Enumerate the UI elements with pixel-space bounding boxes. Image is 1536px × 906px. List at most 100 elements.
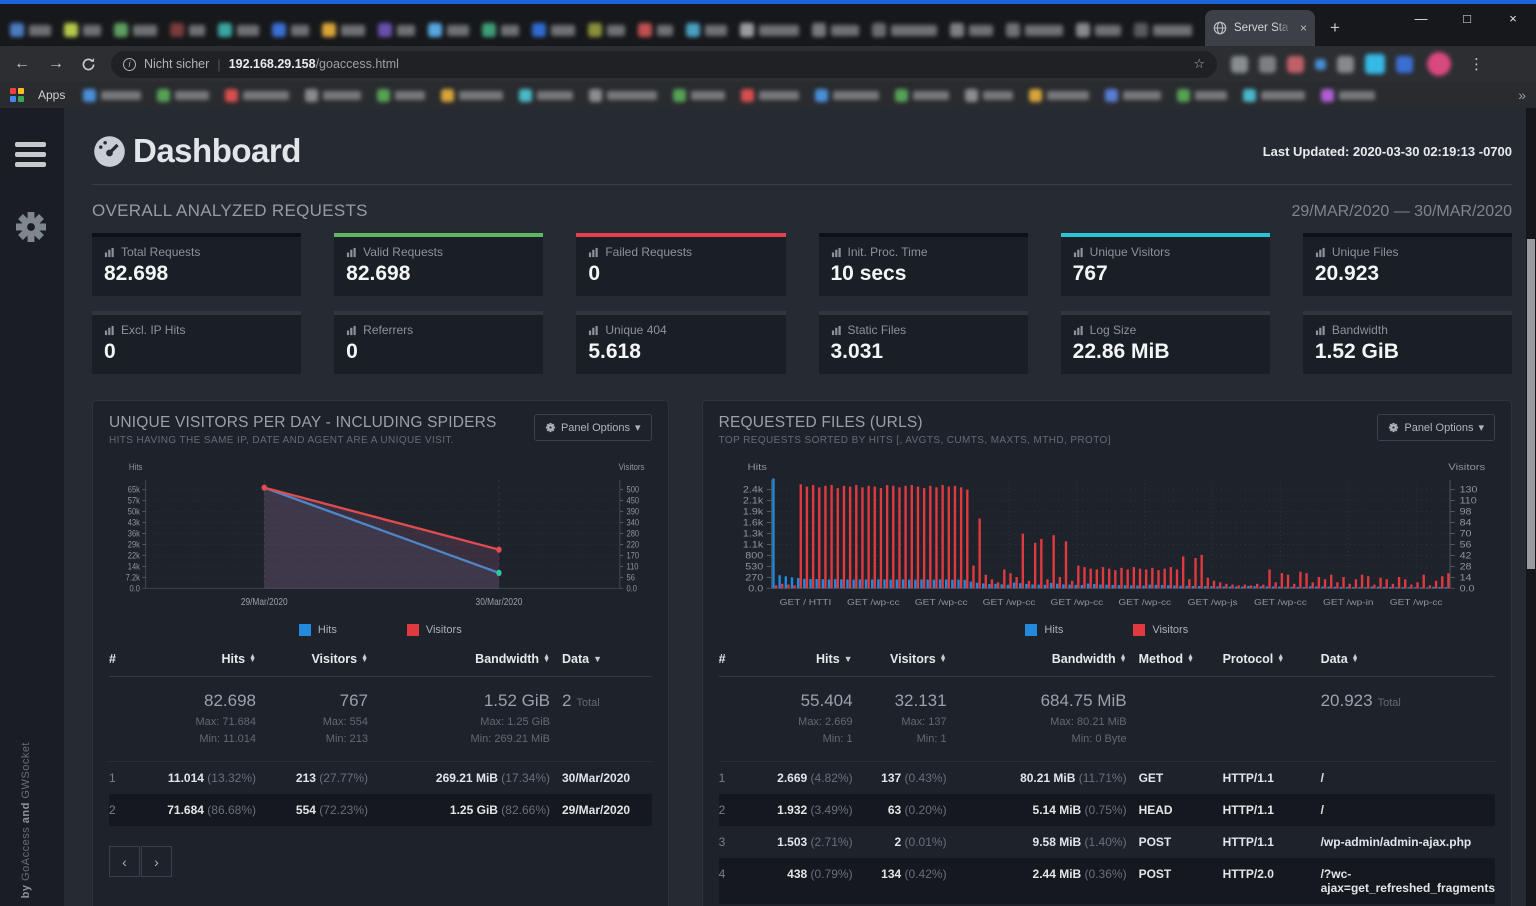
bookmarks-overflow-icon[interactable]: » <box>1518 87 1526 103</box>
extension-icon[interactable] <box>1365 54 1385 74</box>
stat-label: Unique 404 <box>605 323 667 337</box>
close-button[interactable]: × <box>1490 4 1536 38</box>
legend-item-hits[interactable]: Hits <box>1025 624 1063 636</box>
reload-button[interactable] <box>80 56 97 73</box>
security-label[interactable]: Nicht sicher <box>144 57 209 71</box>
blurred-bookmark[interactable] <box>377 88 426 102</box>
table-row[interactable]: 3 1.503 (2.71%) 2 (0.01%) 9.58 MiB (1.40%) P… <box>719 826 1495 858</box>
background-tabs-blurred[interactable] <box>0 23 1192 46</box>
extension-icons-blurred[interactable] <box>1231 54 1413 74</box>
extension-icon[interactable] <box>1315 58 1326 70</box>
column-header-hits[interactable]: Hits ▲ ▼ <box>151 652 256 666</box>
blurred-bookmark[interactable] <box>519 88 574 102</box>
browser-menu-icon[interactable]: ⋮ <box>1465 55 1488 73</box>
bookmark-items-blurred[interactable] <box>83 88 1504 102</box>
blurred-bookmark[interactable] <box>965 88 1014 102</box>
legend-item-hits[interactable]: Hits <box>298 624 337 636</box>
column-header-data[interactable]: Data ▲ ▼ <box>1321 652 1495 666</box>
blurred-tab[interactable] <box>378 23 415 37</box>
blurred-tab[interactable] <box>272 23 309 37</box>
blurred-bookmark[interactable] <box>1177 88 1228 102</box>
blurred-bookmark[interactable] <box>815 88 880 102</box>
maximize-button[interactable]: □ <box>1444 4 1490 38</box>
apps-label[interactable]: Apps <box>38 88 65 102</box>
tab-close-icon[interactable]: × <box>1300 21 1307 35</box>
url-host: 192.168.29.158 <box>228 57 316 71</box>
blurred-tab[interactable] <box>428 23 469 37</box>
blurred-bookmark[interactable] <box>741 88 800 102</box>
extension-icon[interactable] <box>1287 55 1304 73</box>
blurred-bookmark[interactable] <box>1243 88 1306 102</box>
blurred-bookmark[interactable] <box>673 88 726 102</box>
blurred-tab[interactable] <box>64 23 101 37</box>
profile-avatar[interactable] <box>1427 52 1451 76</box>
extension-icon[interactable] <box>1231 55 1248 73</box>
blurred-tab[interactable] <box>950 23 993 37</box>
bookmark-star-icon[interactable]: ☆ <box>1193 56 1205 72</box>
extension-icon[interactable] <box>1337 55 1354 73</box>
next-page-button[interactable]: › <box>141 846 172 877</box>
gear-icon <box>545 422 556 433</box>
blurred-bookmark[interactable] <box>1321 88 1376 102</box>
scrollbar-thumb[interactable] <box>1527 239 1535 569</box>
blurred-tab[interactable] <box>218 23 259 37</box>
svg-text:98: 98 <box>1459 507 1472 517</box>
blurred-bookmark[interactable] <box>83 88 142 102</box>
blurred-tab[interactable] <box>740 23 799 37</box>
blurred-tab[interactable] <box>322 23 365 37</box>
blurred-bookmark[interactable] <box>305 88 362 102</box>
panel-options-button[interactable]: Panel Options ▾ <box>533 414 652 441</box>
blurred-tab[interactable] <box>170 23 205 37</box>
blurred-bookmark[interactable] <box>441 88 504 102</box>
column-header-visitors[interactable]: Visitors ▲ ▼ <box>268 652 368 666</box>
blurred-tab[interactable] <box>10 23 51 37</box>
table-row[interactable]: 4 438 (0.79%) 134 (0.42%) 2.44 MiB (0.36%) P… <box>718 858 1495 904</box>
column-header-bandwidth[interactable]: Bandwidth ▲ ▼ <box>380 652 550 666</box>
table-row[interactable]: 1 2.669 (4.82%) 137 (0.43%) 80.21 MiB (11.7… <box>719 762 1495 794</box>
menu-hamburger-icon[interactable] <box>15 142 64 167</box>
table-header-row: # Hits ▲ ▼ Visitors ▲ ▼ Bandwidth ▲ ▼ Data ▼ <box>109 648 652 677</box>
active-tab[interactable]: Server Sta × <box>1205 10 1315 46</box>
extension-icon[interactable] <box>1259 55 1276 73</box>
blurred-tab[interactable] <box>114 23 157 37</box>
minimize-button[interactable]: — <box>1398 4 1444 38</box>
new-tab-button[interactable]: + <box>1330 18 1340 38</box>
extension-icon[interactable] <box>1396 55 1413 73</box>
blurred-bookmark[interactable] <box>589 88 658 102</box>
table-row[interactable]: 1 11.014 (13.32%) 213 (27.77%) 269.21 MiB (… <box>109 762 652 794</box>
settings-gear-icon[interactable] <box>13 209 64 250</box>
blurred-tab[interactable] <box>482 23 519 37</box>
table-row[interactable]: 2 1.932 (3.49%) 63 (0.20%) 5.14 MiB (0.75%)… <box>718 794 1495 826</box>
legend-item-visitors[interactable]: Visitors <box>1133 624 1188 636</box>
blurred-tab[interactable] <box>638 23 673 37</box>
blurred-bookmark[interactable] <box>895 88 950 102</box>
table-row[interactable]: 2 71.684 (86.68%) 554 (72.23%) 1.25 GiB (82… <box>109 794 652 826</box>
legend-item-visitors[interactable]: Visitors <box>406 624 462 636</box>
blurred-tab[interactable] <box>872 23 937 37</box>
blurred-tab[interactable] <box>812 23 859 37</box>
page-scrollbar[interactable] <box>1526 108 1536 906</box>
blurred-tab[interactable] <box>588 23 625 37</box>
blurred-tab[interactable] <box>1134 23 1192 37</box>
column-header-method[interactable]: Method ▲ ▼ <box>1139 652 1211 666</box>
back-button[interactable]: ← <box>12 55 32 73</box>
blurred-bookmark[interactable] <box>1105 88 1162 102</box>
column-header-bandwidth[interactable]: Bandwidth ▲ ▼ <box>959 652 1127 666</box>
forward-button[interactable]: → <box>46 55 66 73</box>
blurred-tab[interactable] <box>532 23 575 37</box>
panel-options-button[interactable]: Panel Options ▾ <box>1377 414 1495 441</box>
prev-page-button[interactable]: ‹ <box>109 846 140 877</box>
address-bar[interactable]: i Nicht sicher | 192.168.29.158/goaccess… <box>111 50 1217 78</box>
blurred-bookmark[interactable] <box>1029 88 1090 102</box>
info-icon[interactable]: i <box>123 57 136 71</box>
blurred-tab[interactable] <box>686 23 727 37</box>
blurred-bookmark[interactable] <box>225 88 290 102</box>
column-header-data[interactable]: Data ▼ <box>562 652 652 666</box>
column-header-visitors[interactable]: Visitors ▲ ▼ <box>865 652 947 666</box>
column-header-hits[interactable]: Hits ▼ <box>757 652 853 666</box>
blurred-bookmark[interactable] <box>157 88 210 102</box>
blurred-tab[interactable] <box>1076 23 1121 37</box>
blurred-tab[interactable] <box>1006 23 1063 37</box>
column-header-protocol[interactable]: Protocol ▲ ▼ <box>1223 652 1309 666</box>
apps-grid-icon[interactable] <box>10 88 24 102</box>
